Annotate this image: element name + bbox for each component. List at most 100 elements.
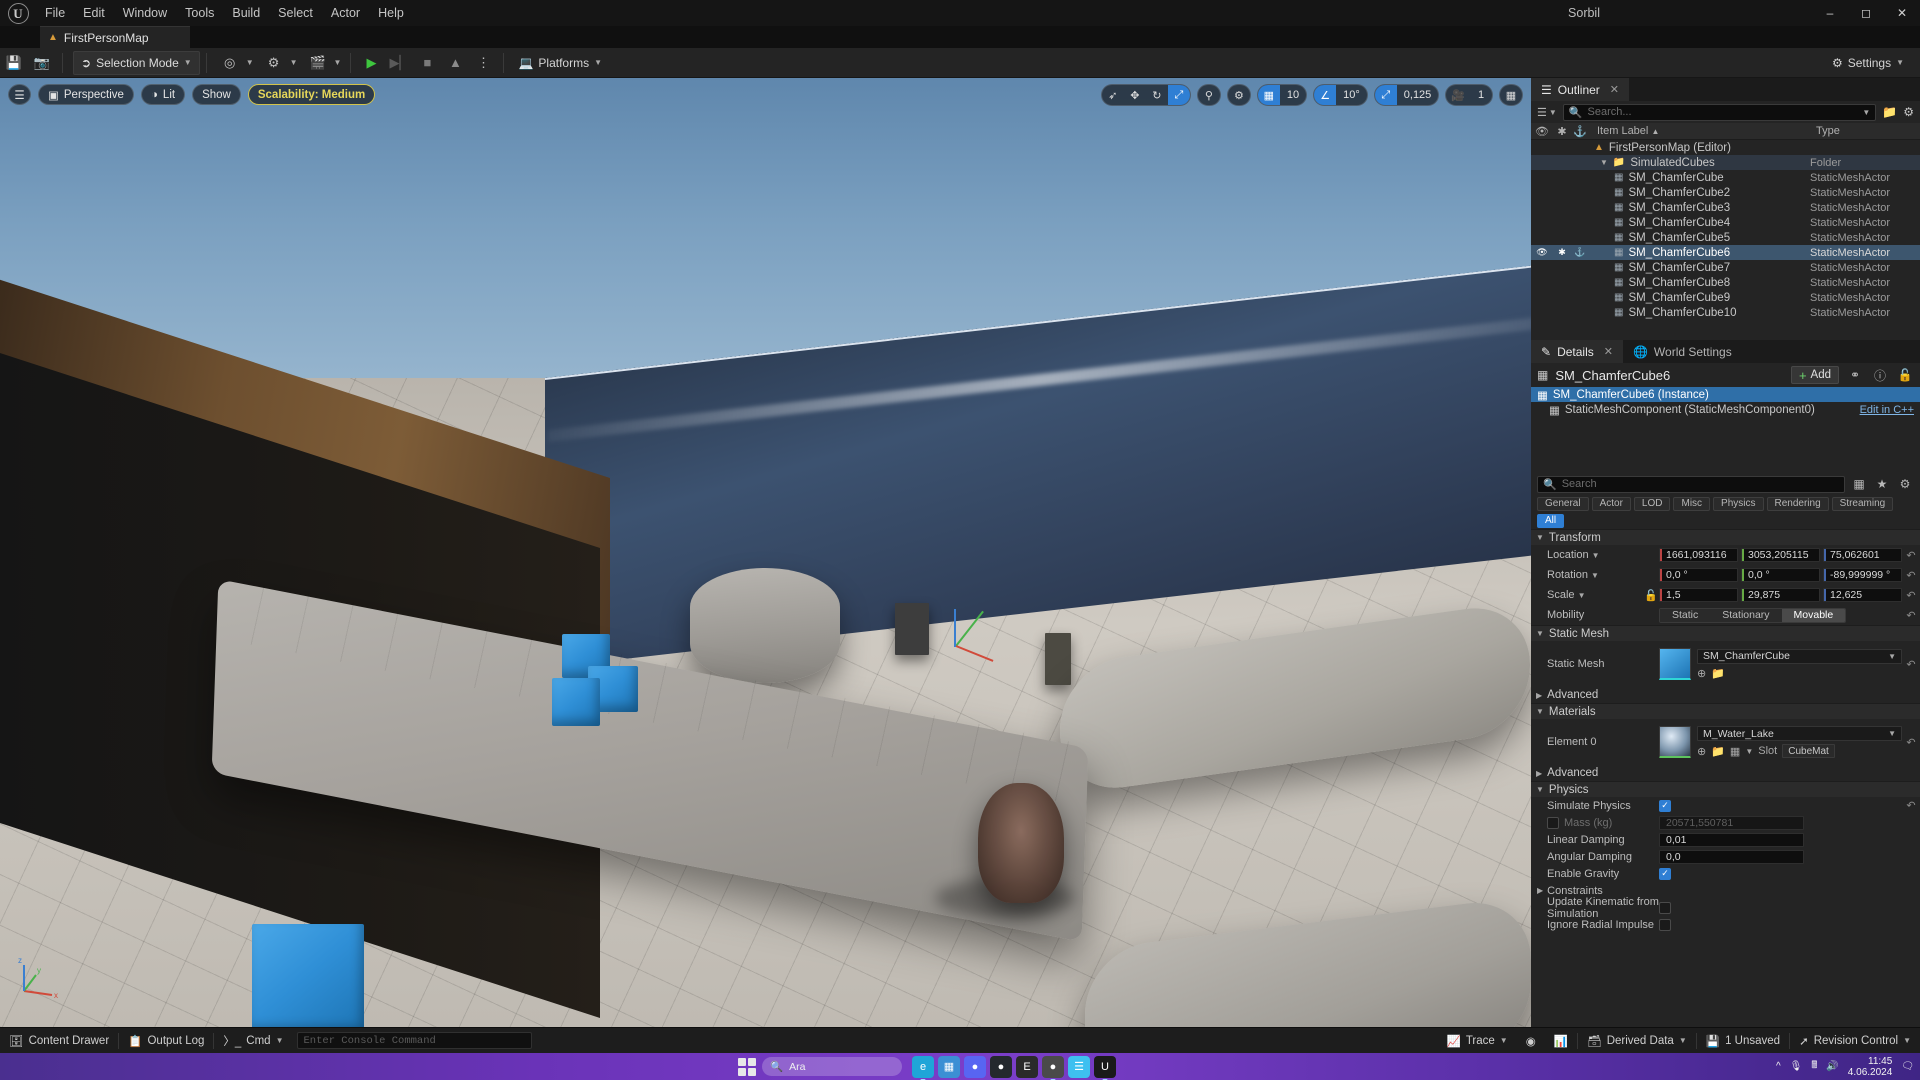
close-icon[interactable]: ✕ [1604,345,1613,358]
viewport-menu-icon[interactable]: ☰ [8,84,31,105]
content-browser-icon[interactable]: 📷 [29,51,55,75]
trace-button[interactable]: 📈 Trace ▼ [1437,1031,1516,1051]
mobility-movable[interactable]: Movable [1781,608,1846,622]
checkbox[interactable] [1659,918,1671,931]
scale-lock-icon[interactable]: 🔓 [1643,589,1659,602]
anchor-icon[interactable]: ⚓ [1571,125,1589,138]
browser-icon[interactable]: ● [1042,1055,1064,1080]
menu-file[interactable]: File [36,0,74,26]
star-icon[interactable]: ✱ [1553,125,1571,138]
more-options-icon[interactable]: ⋮ [470,51,496,75]
angle-snap-value[interactable]: 10° [1336,85,1367,105]
content-drawer-button[interactable]: 🗄 Content Drawer [0,1031,118,1051]
grid-snap-icon[interactable]: ▦ [1257,85,1280,105]
material-options-icon[interactable]: ▦ [1730,745,1740,758]
selection-mode-button[interactable]: ➲ Selection Mode ▼ [73,50,200,75]
section-static-mesh[interactable]: ▼ Static Mesh [1531,625,1920,641]
reset-static-mesh-icon[interactable]: ↶ [1902,658,1920,671]
outliner-row[interactable]: ▦ SM_ChamferCube7 StaticMeshActor [1531,260,1920,275]
angle-snap-icon[interactable]: ∠ [1314,85,1337,105]
browse-to-asset-icon[interactable]: ⊕ [1697,745,1706,758]
viewport-character[interactable] [978,783,1064,903]
property-label[interactable]: Location ▼ [1531,549,1659,561]
outliner-row[interactable]: ▦ SM_ChamferCube8 StaticMeshActor [1531,275,1920,290]
favorites-icon[interactable]: ★ [1873,477,1891,491]
viewport-cylinder[interactable] [690,568,840,683]
volume-icon[interactable]: 🔊 [1826,1061,1838,1072]
github-icon[interactable]: ● [990,1055,1012,1078]
slot-name-value[interactable]: CubeMat [1782,744,1835,758]
chevron-down-icon[interactable]: ▼ [1578,591,1586,600]
close-icon[interactable]: ✕ [1610,83,1619,96]
play-icon[interactable]: ▶ [358,51,384,75]
filter-chip-lod[interactable]: LOD [1633,496,1671,511]
property-label[interactable]: Scale ▼ [1531,589,1643,601]
step-icon[interactable]: ▶▏ [386,51,412,75]
output-log-button[interactable]: 📋 Output Log [119,1031,213,1051]
details-search-input[interactable]: 🔍 Search [1537,475,1845,493]
cinematics-button[interactable]: 🎬 ▼ [301,51,345,75]
section-materials[interactable]: ▼ Materials [1531,703,1920,719]
outliner-row[interactable]: ▦ SM_ChamferCube4 StaticMeshActor [1531,215,1920,230]
blueprints-button[interactable]: ⚙ ▼ [257,51,301,75]
rotation-y-field[interactable]: 0,0 ° [1741,568,1820,582]
static-mesh-combo[interactable]: SM_ChamferCube ▼ [1697,648,1902,664]
outliner-settings-icon[interactable]: ⚙ [1903,105,1914,119]
section-static-mesh-advanced[interactable]: ▶ Advanced [1531,687,1920,703]
scale-snap-icon[interactable]: ⤢ [1374,85,1397,105]
outliner-row[interactable]: ▦ SM_ChamferCube10 StaticMeshActor [1531,305,1920,320]
outliner-row[interactable]: ▦ SM_ChamferCube5 StaticMeshActor [1531,230,1920,245]
viewport-show-button[interactable]: Show [192,84,241,105]
viewport-prop-b[interactable] [1045,633,1071,685]
transform-gizmo[interactable] [948,603,1008,663]
unreal-engine-icon[interactable]: U [1094,1055,1116,1080]
columns-icon[interactable]: ▦ [1850,477,1868,491]
section-transform[interactable]: ▼ Transform [1531,529,1920,545]
filter-chip-rendering[interactable]: Rendering [1766,496,1829,511]
rotation-x-field[interactable]: 0,0 ° [1659,568,1738,582]
chevron-down-icon[interactable]: ▼ [1592,551,1600,560]
checkbox[interactable]: ✓ [1659,867,1671,880]
outliner-search-input[interactable]: 🔍 Search... ▼ [1562,103,1877,121]
rotation-z-field[interactable]: -89,999999 ° [1823,568,1902,582]
column-type[interactable]: Type [1810,125,1920,137]
close-button[interactable]: ✕ [1884,0,1920,26]
epic-games-icon[interactable]: E [1016,1055,1038,1078]
unlock-icon[interactable]: 🔓 [1896,368,1914,382]
viewport-layout-icon[interactable]: ▦ [1499,84,1523,106]
camera-speed-value[interactable]: 1 [1470,85,1492,105]
outliner-row[interactable]: ▦ SM_ChamferCube9 StaticMeshActor [1531,290,1920,305]
checkbox[interactable] [1659,901,1671,914]
stop-icon[interactable]: ■ [414,51,440,75]
help-icon[interactable]: ⓘ [1871,367,1889,384]
reset-scale-icon[interactable]: ↶ [1902,589,1920,602]
menu-edit[interactable]: Edit [74,0,114,26]
discord-icon[interactable]: ● [964,1055,986,1078]
tab-world-settings[interactable]: 🌐 World Settings [1622,340,1742,363]
blueprint-icon[interactable]: ⚭ [1846,368,1864,382]
menu-window[interactable]: Window [114,0,176,26]
eject-icon[interactable]: ▲ [442,51,468,75]
checkbox[interactable]: ✓ [1659,799,1671,812]
menu-actor[interactable]: Actor [322,0,369,26]
chevron-right-icon[interactable]: ▶ [1537,886,1543,895]
add-component-button[interactable]: + Add [1790,366,1839,384]
chevron-down-icon[interactable]: ▼ [1862,108,1870,117]
menu-help[interactable]: Help [369,0,413,26]
viewport-scalability-warning[interactable]: Scalability: Medium [247,84,376,105]
menu-build[interactable]: Build [223,0,269,26]
filter-chip-general[interactable]: General [1537,496,1589,511]
chevron-down-icon[interactable]: ▼ [1745,747,1753,756]
override-checkbox[interactable] [1547,816,1559,829]
material-combo[interactable]: M_Water_Lake ▼ [1697,726,1902,741]
unreal-logo[interactable]: U [0,0,36,26]
level-viewport[interactable]: x y z ☰ ▣ Perspective ◑ Lit Show Scalabi… [0,78,1531,1027]
scale-y-field[interactable]: 29,875 [1741,588,1820,602]
outliner-row[interactable]: ▦ SM_ChamferCube StaticMeshActor [1531,170,1920,185]
mobility-static[interactable]: Static [1660,608,1711,622]
reset-material-icon[interactable]: ↶ [1902,736,1920,749]
reset-rotation-icon[interactable]: ↶ [1902,569,1920,582]
outliner-row[interactable]: ▼ 📁 SimulatedCubes Folder [1531,155,1920,170]
microphone-icon[interactable]: 🎙 [1790,1061,1803,1072]
row-anchor-icon[interactable]: ⚓ [1571,247,1589,258]
